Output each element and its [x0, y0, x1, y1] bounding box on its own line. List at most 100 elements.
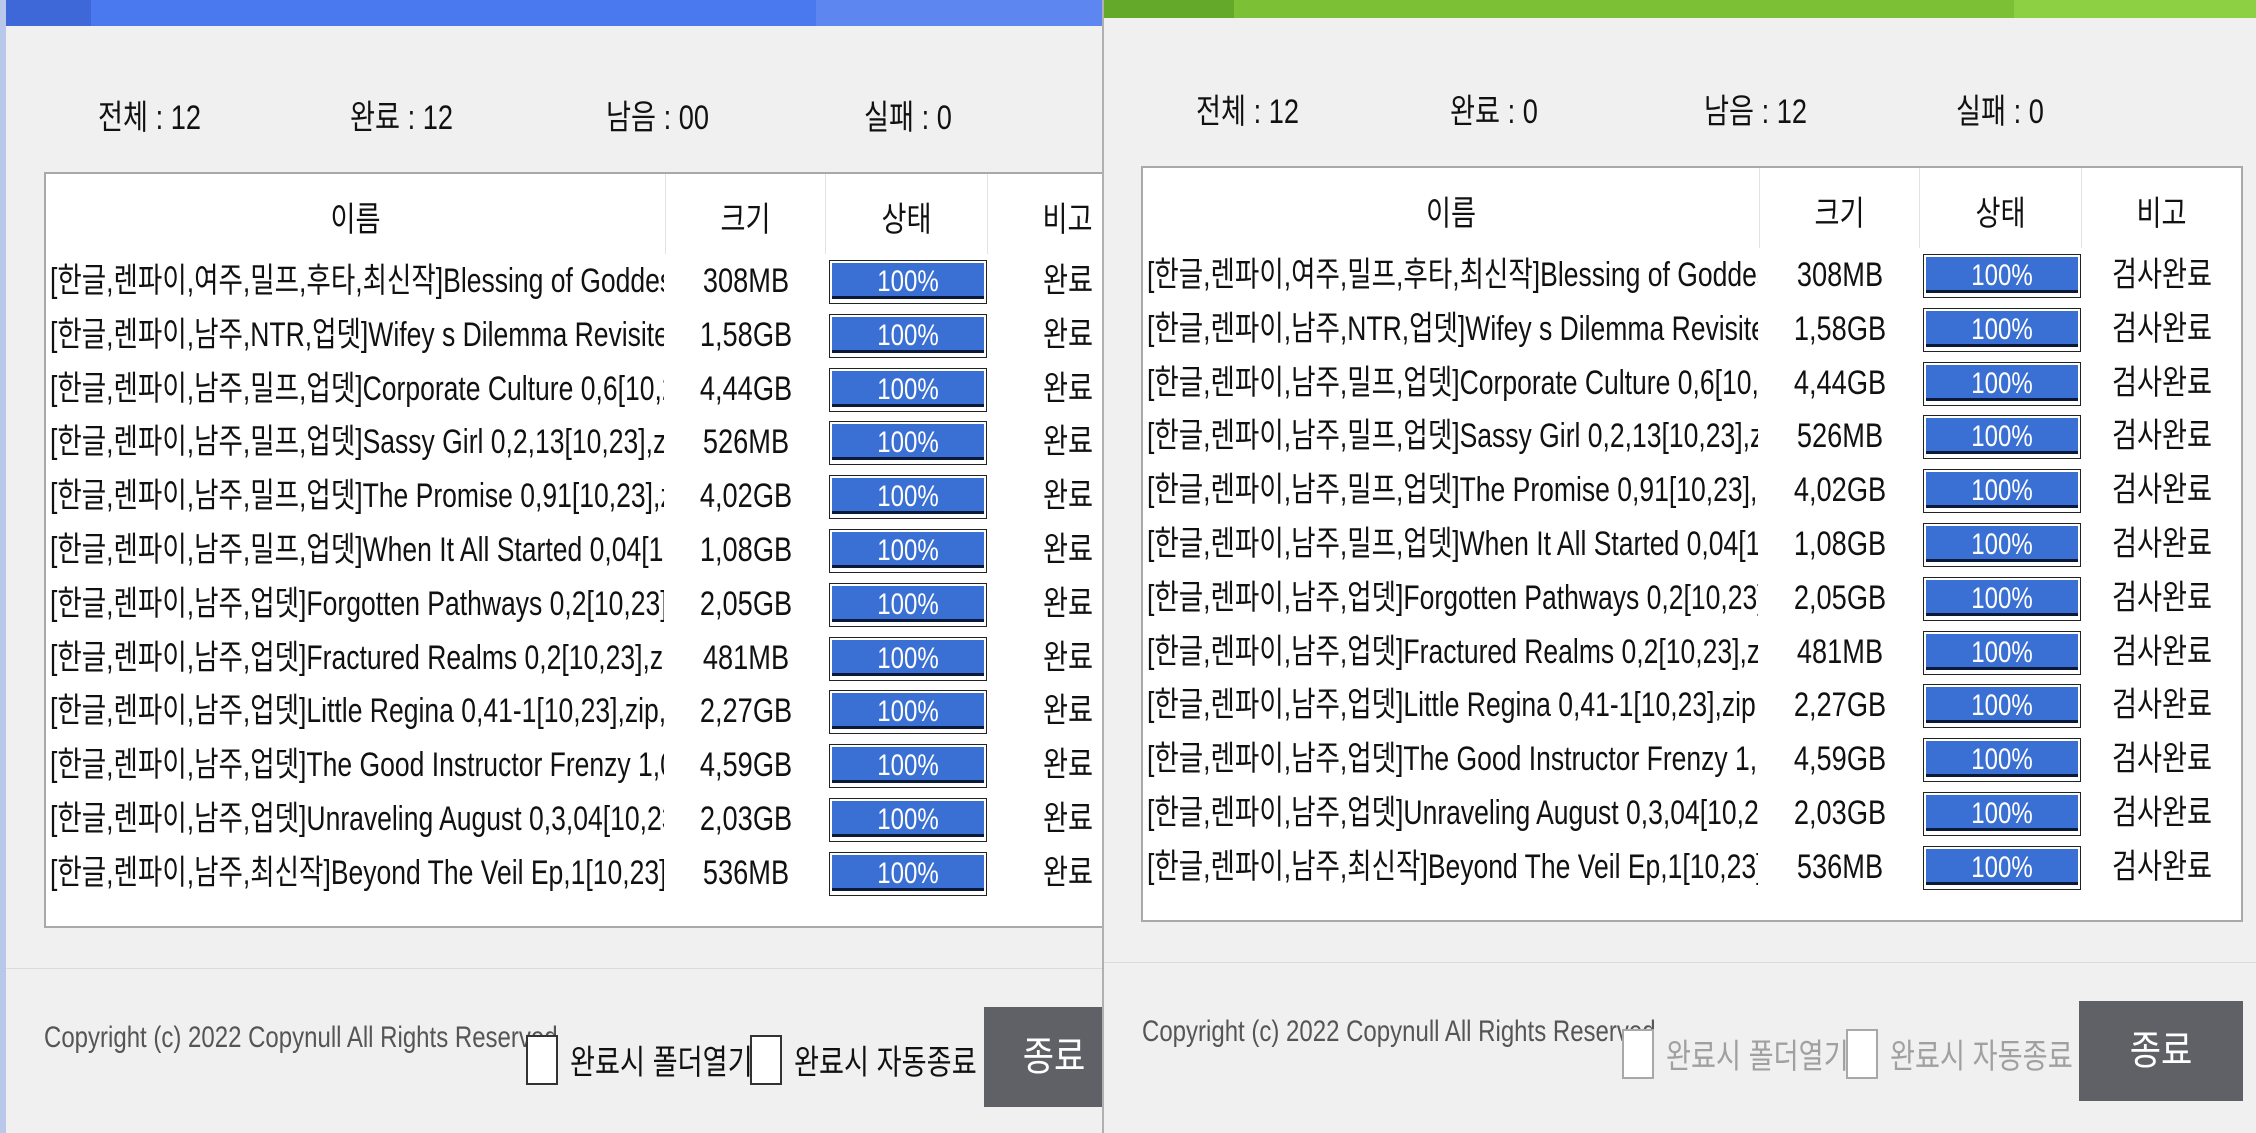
open-folder-checkbox[interactable]	[526, 1035, 558, 1085]
table-row[interactable]: [한글,렌파이,남주,업뎃]Little Regina 0,41-1[10,23…	[1143, 678, 2241, 732]
note-cell: 완료	[1042, 638, 1094, 677]
auto-exit-checkbox[interactable]	[1846, 1029, 1878, 1079]
left-file-list[interactable]: 이름 크기 상태 비고 [한글,렌파이,여주,밀프,후타,최신작]Blessin…	[44, 172, 1103, 928]
file-name-cell: [한글,렌파이,남주,업뎃]The Good Instructor Frenzy…	[50, 746, 664, 785]
file-name-cell: [한글,렌파이,남주,밀프,업뎃]Corporate Culture 0,6[1…	[1147, 363, 1758, 402]
progress-bar: 100%	[1923, 361, 2081, 406]
table-row[interactable]: [한글,렌파이,남주,업뎃]The Good Instructor Frenzy…	[46, 738, 1103, 792]
file-name-cell: [한글,렌파이,남주,업뎃]Forgotten Pathways 0,2[10,…	[50, 584, 664, 623]
progress-bar: 100%	[1923, 738, 2081, 783]
left-progress-window: 전체 : 12 완료 : 12 남음 : 00 실패 : 0 이름 크기 상태 …	[0, 0, 1103, 1133]
stat-total: 전체 : 12	[98, 99, 201, 137]
progress-bar: 100%	[829, 798, 987, 842]
table-row[interactable]: [한글,렌파이,남주,업뎃]Little Regina 0,41-1[10,23…	[46, 684, 1103, 738]
file-name-cell: [한글,렌파이,남주,밀프,업뎃]The Promise 0,91[10,23]…	[50, 477, 664, 516]
column-header-name[interactable]: 이름	[1143, 168, 1760, 248]
exit-button[interactable]: 종료	[2079, 1001, 2243, 1101]
open-folder-label[interactable]: 완료시 폴더열기	[1666, 1029, 1849, 1078]
column-header-status[interactable]: 상태	[1920, 168, 2082, 248]
file-name-cell: [한글,렌파이,남주,밀프,업뎃]Sassy Girl 0,2,13[10,23…	[1147, 417, 1758, 456]
file-name-cell: [한글,렌파이,남주,업뎃]Fractured Realms 0,2[10,23…	[50, 638, 664, 677]
file-name-cell: [한글,렌파이,남주,업뎃]The Good Instructor Frenzy…	[1147, 740, 1758, 779]
progress-text: 100%	[877, 480, 939, 514]
progress-text: 100%	[1971, 689, 2033, 723]
progress-text: 100%	[1971, 635, 2033, 669]
table-row[interactable]: [한글,렌파이,남주,밀프,업뎃]Corporate Culture 0,6[1…	[46, 362, 1103, 416]
table-row[interactable]: [한글,렌파이,남주,업뎃]Unraveling August 0,3,04[1…	[46, 792, 1103, 846]
left-title-bar[interactable]	[6, 0, 1103, 26]
auto-exit-label[interactable]: 완료시 자동종료	[1890, 1029, 2073, 1078]
right-footer: Copyright (c) 2022 Copynull All Rights R…	[1104, 962, 2256, 1133]
auto-exit-checkbox[interactable]	[750, 1035, 782, 1085]
file-name-cell: [한글,렌파이,남주,밀프,업뎃]Corporate Culture 0,6[1…	[50, 369, 664, 408]
note-cell: 완료	[1042, 531, 1094, 569]
file-name-cell: [한글,렌파이,남주,업뎃]Little Regina 0,41-1[10,23…	[50, 692, 664, 731]
file-name-cell: [한글,렌파이,남주,업뎃]Fractured Realms 0,2[10,23…	[1147, 632, 1758, 671]
file-size-cell: 1,58GB	[699, 315, 793, 354]
table-row[interactable]: [한글,렌파이,남주,업뎃]Fractured Realms 0,2[10,23…	[46, 631, 1103, 685]
file-size-cell: 308MB	[1796, 256, 1884, 294]
table-row[interactable]: [한글,렌파이,남주,NTR,업뎃]Wifey s Dilemma Revisi…	[1143, 302, 2241, 356]
table-row[interactable]: [한글,렌파이,남주,밀프,업뎃]Sassy Girl 0,2,13[10,23…	[46, 415, 1103, 469]
stat-failed: 실패 : 0	[1956, 93, 2044, 131]
table-row[interactable]: [한글,렌파이,남주,업뎃]The Good Instructor Frenzy…	[1143, 732, 2241, 786]
table-row[interactable]: [한글,렌파이,남주,업뎃]Forgotten Pathways 0,2[10,…	[46, 577, 1103, 631]
file-name-cell: [한글,렌파이,여주,밀프,후타,최신작]Blessing of Goddess…	[1147, 256, 1758, 294]
file-size-cell: 1,08GB	[1793, 525, 1887, 563]
progress-bar: 100%	[829, 744, 987, 789]
table-row[interactable]: [한글,렌파이,여주,밀프,후타,최신작]Blessing of Goddess…	[46, 254, 1103, 308]
table-row[interactable]: [한글,렌파이,남주,최신작]Beyond The Veil Ep,1[10,2…	[46, 846, 1103, 900]
open-folder-label[interactable]: 완료시 폴더열기	[570, 1035, 753, 1084]
note-cell: 완료	[1042, 800, 1094, 838]
file-size-cell: 526MB	[702, 423, 790, 462]
table-row[interactable]: [한글,렌파이,남주,NTR,업뎃]Wifey s Dilemma Revisi…	[46, 308, 1103, 362]
file-name-cell: [한글,렌파이,남주,밀프,업뎃]The Promise 0,91[10,23]…	[1147, 471, 1758, 510]
table-row[interactable]: [한글,렌파이,남주,밀프,업뎃]Sassy Girl 0,2,13[10,23…	[1143, 409, 2241, 463]
column-header-name[interactable]: 이름	[46, 174, 666, 254]
progress-text: 100%	[1971, 797, 2033, 830]
table-row[interactable]: [한글,렌파이,남주,밀프,업뎃]When It All Started 0,0…	[1143, 517, 2241, 571]
stat-remaining: 남음 : 12	[1704, 93, 1807, 131]
open-folder-checkbox[interactable]	[1622, 1029, 1654, 1079]
column-header-note[interactable]: 비고	[988, 174, 1103, 254]
stat-failed: 실패 : 0	[864, 99, 952, 137]
progress-bar: 100%	[1923, 630, 2081, 675]
table-row[interactable]: [한글,렌파이,남주,업뎃]Fractured Realms 0,2[10,23…	[1143, 625, 2241, 679]
table-row[interactable]: [한글,렌파이,남주,업뎃]Unraveling August 0,3,04[1…	[1143, 786, 2241, 840]
right-title-bar[interactable]	[1104, 0, 2256, 18]
table-row[interactable]: [한글,렌파이,여주,밀프,후타,최신작]Blessing of Goddess…	[1143, 248, 2241, 302]
file-size-cell: 526MB	[1796, 417, 1884, 456]
list-header: 이름 크기 상태 비고	[46, 174, 1103, 254]
right-file-list[interactable]: 이름 크기 상태 비고 [한글,렌파이,여주,밀프,후타,최신작]Blessin…	[1141, 166, 2243, 922]
progress-text: 100%	[1971, 366, 2033, 400]
note-cell: 검사완료	[2111, 363, 2213, 402]
note-cell: 완료	[1042, 692, 1094, 731]
progress-text: 100%	[877, 641, 939, 675]
file-name-cell: [한글,렌파이,남주,업뎃]Unraveling August 0,3,04[1…	[1147, 794, 1758, 832]
column-header-size[interactable]: 크기	[1760, 168, 1920, 248]
file-size-cell: 2,05GB	[699, 584, 793, 623]
column-header-size[interactable]: 크기	[666, 174, 826, 254]
progress-text: 100%	[1971, 420, 2033, 454]
column-header-status[interactable]: 상태	[826, 174, 988, 254]
progress-text: 100%	[877, 318, 939, 352]
table-row[interactable]: [한글,렌파이,남주,최신작]Beyond The Veil Ep,1[10,2…	[1143, 840, 2241, 894]
progress-bar: 100%	[829, 313, 987, 358]
progress-bar: 100%	[1923, 469, 2081, 514]
table-row[interactable]: [한글,렌파이,남주,밀프,업뎃]The Promise 0,91[10,23]…	[1143, 463, 2241, 517]
progress-bar: 100%	[829, 636, 987, 681]
table-row[interactable]: [한글,렌파이,남주,밀프,업뎃]Corporate Culture 0,6[1…	[1143, 356, 2241, 410]
table-row[interactable]: [한글,렌파이,남주,밀프,업뎃]When It All Started 0,0…	[46, 523, 1103, 577]
file-size-cell: 4,02GB	[699, 477, 793, 516]
exit-button[interactable]: 종료	[984, 1007, 1103, 1107]
progress-bar: 100%	[829, 851, 987, 896]
progress-text: 100%	[877, 856, 939, 890]
table-row[interactable]: [한글,렌파이,남주,밀프,업뎃]The Promise 0,91[10,23]…	[46, 469, 1103, 523]
column-header-note[interactable]: 비고	[2082, 168, 2241, 248]
table-row[interactable]: [한글,렌파이,남주,업뎃]Forgotten Pathways 0,2[10,…	[1143, 571, 2241, 625]
note-cell: 검사완료	[2111, 632, 2213, 671]
note-cell: 완료	[1042, 746, 1094, 785]
file-name-cell: [한글,렌파이,남주,NTR,업뎃]Wifey s Dilemma Revisi…	[50, 315, 664, 354]
auto-exit-label[interactable]: 완료시 자동종료	[794, 1035, 977, 1084]
progress-text: 100%	[877, 372, 939, 406]
